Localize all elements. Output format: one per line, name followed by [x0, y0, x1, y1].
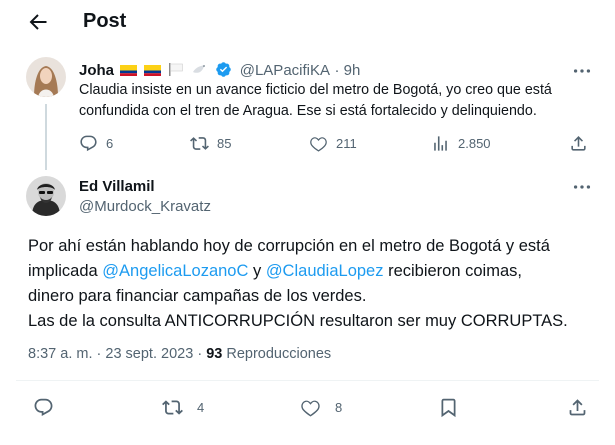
avatar-joha[interactable] — [26, 57, 66, 97]
bookmark-button[interactable] — [438, 397, 459, 418]
page-title: Post — [83, 10, 127, 32]
author-name[interactable]: Ed Villamil — [79, 178, 155, 195]
parent-tweet-text: Claudia insiste en un avance ficticio de… — [79, 82, 552, 119]
post-time[interactable]: 8:37 a. m. — [28, 346, 92, 362]
views-button[interactable]: 2.850 — [431, 134, 491, 153]
repost-icon — [162, 400, 183, 415]
post-time[interactable]: 9h — [344, 62, 361, 79]
like-button[interactable]: 211 — [309, 134, 357, 153]
white-flag-icon — [167, 63, 184, 76]
share-button[interactable] — [569, 134, 588, 153]
share-icon — [571, 136, 586, 151]
reply-button[interactable] — [33, 397, 54, 418]
author-handle[interactable]: @LAPacifiKA — [240, 62, 330, 79]
repost-icon — [190, 137, 209, 150]
dove-icon — [191, 63, 208, 74]
repost-button[interactable]: 85 — [190, 134, 231, 153]
bookmark-icon — [441, 398, 456, 418]
more-options-button[interactable] — [571, 60, 593, 82]
repost-button[interactable]: 4 — [162, 397, 204, 418]
heart-icon — [301, 400, 320, 417]
tweet-meta: 8:37 a. m. · 23 sept. 2023 · 93 Reproduc… — [28, 346, 332, 362]
more-dots-icon — [573, 69, 591, 73]
mention-link[interactable]: @AngelicaLozanoC — [102, 262, 248, 280]
colombia-flag-icon — [143, 63, 161, 76]
reply-icon — [80, 135, 97, 152]
author-handle[interactable]: @Murdock_Kravatz — [79, 198, 211, 215]
thread-line — [45, 104, 47, 170]
avatar-ed-villamil[interactable] — [26, 176, 66, 216]
divider — [16, 380, 599, 381]
share-icon — [569, 399, 586, 416]
more-dots-icon — [573, 185, 591, 189]
views-label: Reproducciones — [226, 346, 332, 362]
mention-link[interactable]: @ClaudiaLopez — [266, 262, 384, 280]
arrow-left-icon — [29, 14, 47, 30]
analytics-icon — [434, 136, 447, 151]
reply-icon — [34, 398, 53, 416]
colombia-flag-icon — [120, 63, 138, 76]
heart-icon — [310, 137, 327, 152]
back-button[interactable] — [26, 10, 50, 34]
author-name[interactable]: Joha — [79, 62, 114, 79]
share-button[interactable] — [567, 397, 588, 418]
reply-button[interactable]: 6 — [79, 134, 113, 153]
post-date[interactable]: 23 sept. 2023 — [105, 346, 193, 362]
views-count: 93 — [206, 346, 223, 362]
like-button[interactable]: 8 — [300, 397, 342, 418]
tweet-text: Por ahí están hablando hoy de corrupción… — [28, 237, 568, 330]
more-options-button[interactable] — [571, 176, 593, 198]
